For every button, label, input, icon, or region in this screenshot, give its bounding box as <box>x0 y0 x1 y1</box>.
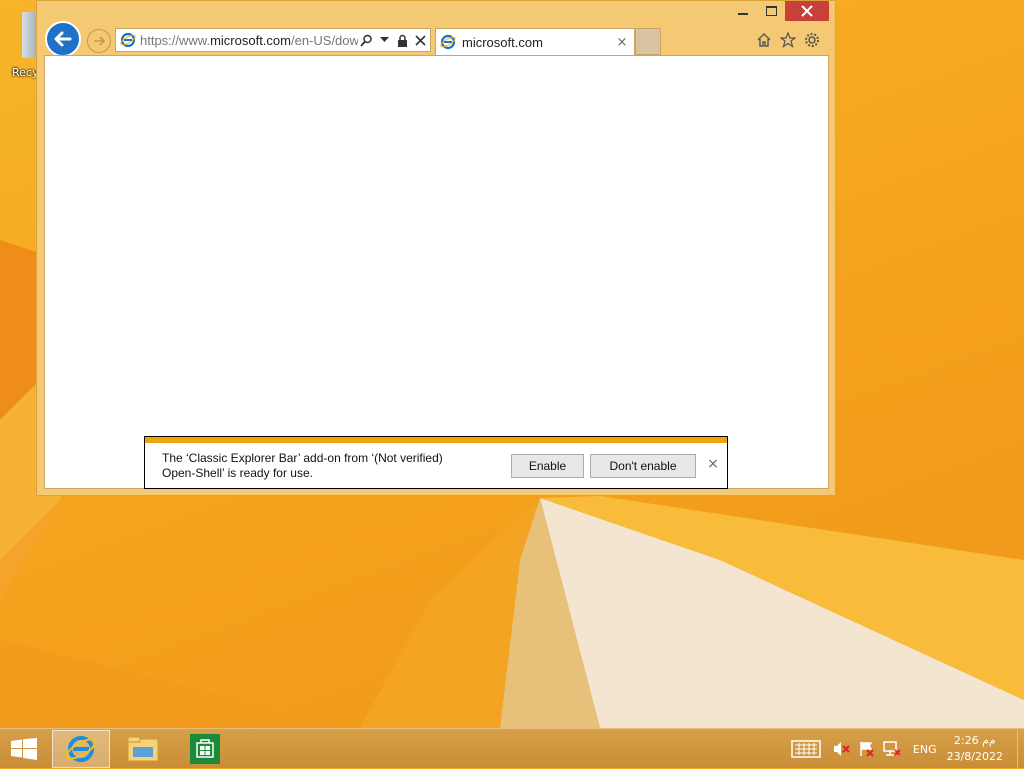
addon-notification-bar: The ‘Classic Explorer Bar’ add-on from ‘… <box>144 436 728 489</box>
internet-explorer-window: https://www.microsoft.com/en-US/down mic… <box>36 0 836 496</box>
network-icon[interactable] <box>883 741 901 757</box>
window-caption-buttons <box>729 1 829 23</box>
settings-gear-icon[interactable] <box>803 31 821 49</box>
ie-icon <box>65 736 97 762</box>
maximize-button[interactable] <box>757 1 785 21</box>
forward-arrow-icon <box>94 36 106 46</box>
notification-message-line2: Open-Shell’ is ready for use. <box>162 466 313 480</box>
tab-microsoft[interactable]: microsoft.com × <box>435 28 635 55</box>
close-window-button[interactable] <box>785 1 829 21</box>
back-button[interactable] <box>45 21 81 57</box>
forward-button[interactable] <box>87 29 111 53</box>
notification-close-icon[interactable]: × <box>705 456 721 474</box>
toolbar-right <box>755 31 821 49</box>
store-icon <box>190 734 220 764</box>
dont-enable-button[interactable]: Don't enable <box>590 454 696 478</box>
show-desktop-button[interactable] <box>1017 729 1024 769</box>
taskbar-store[interactable] <box>176 730 234 768</box>
volume-muted-icon[interactable] <box>833 741 851 757</box>
notification-accent-stripe <box>145 437 727 443</box>
language-indicator[interactable]: ENG <box>913 743 937 756</box>
system-tray: ENG 2:26 ﻡﻡ 23/8/2022 <box>791 729 1024 769</box>
clock-time: 2:26 ﻡﻡ <box>953 734 996 747</box>
address-bar[interactable]: https://www.microsoft.com/en-US/down <box>115 28 431 52</box>
url-prefix: https://www. <box>140 32 211 48</box>
dropdown-icon[interactable] <box>376 32 392 48</box>
clock[interactable]: 2:26 ﻡﻡ 23/8/2022 <box>947 733 1003 765</box>
tab-close-icon[interactable]: × <box>614 35 630 50</box>
keyboard-icon[interactable] <box>791 740 821 758</box>
minimize-button[interactable] <box>729 1 757 21</box>
start-button[interactable] <box>6 735 42 763</box>
ie-icon <box>440 34 456 50</box>
tab-title: microsoft.com <box>462 34 543 50</box>
recycle-bin-desktop-icon[interactable]: Recyc <box>4 8 45 80</box>
url-path: /en-US/down <box>290 32 358 48</box>
file-explorer-icon <box>127 736 159 762</box>
url-domain: microsoft.com <box>210 32 291 48</box>
notification-message: The ‘Classic Explorer Bar’ add-on from ‘… <box>162 451 482 481</box>
taskbar: ENG 2:26 ﻡﻡ 23/8/2022 <box>0 728 1024 769</box>
stop-icon[interactable] <box>412 32 428 48</box>
windows-start-icon <box>11 738 37 760</box>
search-icon[interactable] <box>358 32 374 48</box>
home-icon[interactable] <box>755 31 773 49</box>
taskbar-file-explorer[interactable] <box>114 730 172 768</box>
notification-message-line1: The ‘Classic Explorer Bar’ add-on from ‘… <box>162 451 443 465</box>
clock-date: 23/8/2022 <box>946 750 1003 763</box>
ie-icon <box>120 32 136 48</box>
lock-icon[interactable] <box>394 32 410 48</box>
action-center-flag-icon[interactable] <box>859 741 875 757</box>
page-content <box>44 55 829 489</box>
enable-button[interactable]: Enable <box>511 454 584 478</box>
new-tab-button[interactable] <box>635 28 661 55</box>
taskbar-internet-explorer[interactable] <box>52 730 110 768</box>
address-url[interactable]: https://www.microsoft.com/en-US/down <box>138 33 358 48</box>
favorites-star-icon[interactable] <box>779 31 797 49</box>
back-arrow-icon <box>54 31 72 47</box>
